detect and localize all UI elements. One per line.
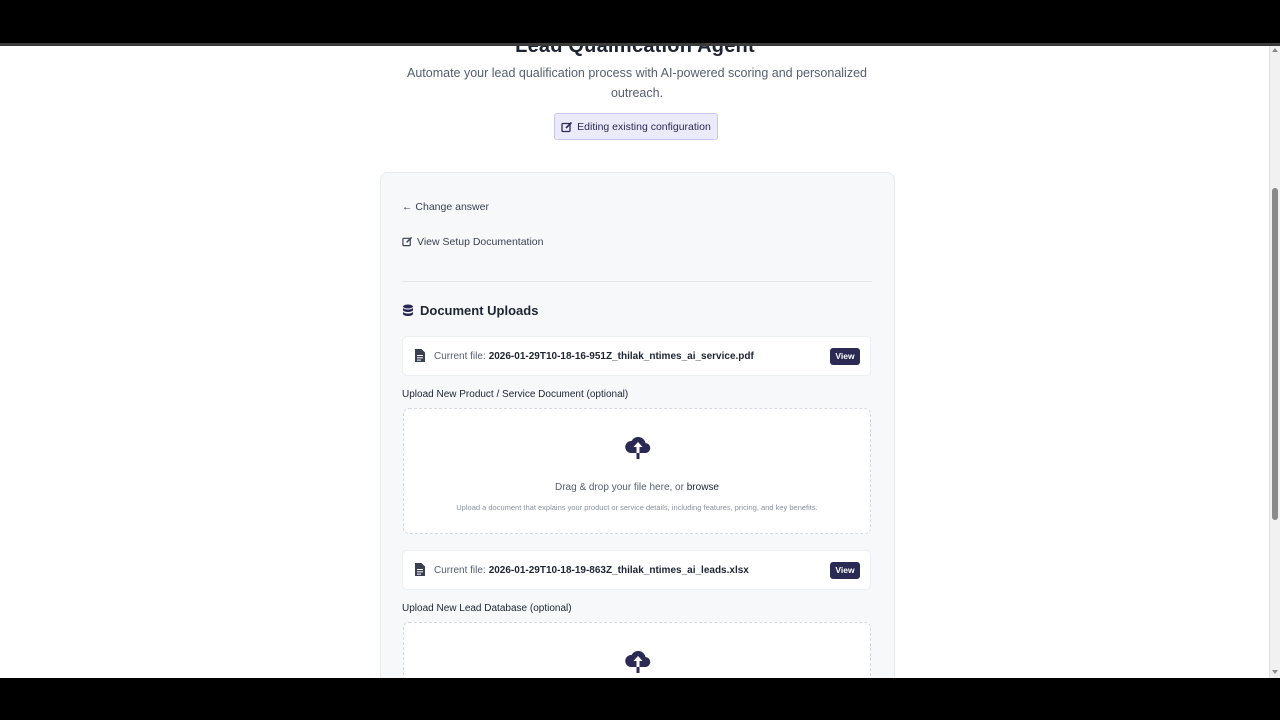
scroll-down-arrow-icon[interactable]	[1272, 670, 1278, 674]
dropzone-hint: Upload a document that explains your pro…	[456, 503, 818, 512]
upload-product-doc-label: Upload New Product / Service Document (o…	[402, 389, 629, 400]
upload-lead-db-label: Upload New Lead Database (optional)	[402, 603, 572, 614]
current-file-prefix: Current file:	[434, 564, 486, 576]
view-file-button[interactable]: View	[830, 561, 860, 579]
page-title: Lead Qualification Agent	[515, 46, 755, 57]
scroll-up-arrow-icon[interactable]	[1272, 48, 1278, 52]
dropzone-instruction: Drag & drop your file here, or	[555, 482, 684, 493]
dropzone-text: Drag & drop your file here, or browse	[404, 482, 870, 493]
card-divider	[402, 281, 872, 282]
file-icon	[415, 563, 427, 577]
lead-db-dropzone[interactable]	[403, 622, 871, 678]
edit-icon	[561, 121, 573, 133]
change-answer-label: ← Change answer	[402, 201, 489, 213]
external-link-icon	[402, 236, 414, 248]
editing-badge-label: Editing existing configuration	[577, 120, 711, 133]
current-file-name: 2026-01-29T10-18-16-951Z_thilak_ntimes_a…	[488, 350, 754, 362]
current-file-row: Current file: 2026-01-29T10-18-19-863Z_t…	[402, 550, 871, 590]
setup-docs-label: View Setup Documentation	[417, 236, 544, 248]
current-file-row: Current file: 2026-01-29T10-18-16-951Z_t…	[402, 336, 871, 376]
cloud-upload-icon	[624, 647, 652, 675]
setup-docs-link[interactable]: View Setup Documentation	[402, 236, 543, 248]
browse-link[interactable]: browse	[687, 482, 719, 493]
window-bottom-bar	[0, 678, 1280, 720]
current-file-name: 2026-01-29T10-18-19-863Z_thilak_ntimes_a…	[488, 564, 749, 576]
page-subtitle: Automate your lead qualification process…	[407, 66, 867, 100]
window-top-bar	[0, 0, 1280, 44]
database-icon	[402, 304, 414, 317]
file-icon	[415, 349, 427, 363]
view-file-button[interactable]: View	[830, 347, 860, 365]
cloud-upload-icon	[624, 433, 652, 461]
current-file-prefix: Current file:	[434, 350, 486, 362]
config-card: ← Change answer View Setup Documentation	[380, 172, 895, 678]
scroll-thumb[interactable]	[1272, 188, 1278, 520]
document-uploads-header: Document Uploads	[402, 303, 538, 318]
page-scrollbar[interactable]	[1269, 46, 1280, 678]
editing-config-badge: Editing existing configuration	[554, 113, 718, 140]
product-doc-dropzone[interactable]: Drag & drop your file here, or browse Up…	[403, 408, 871, 534]
page-viewport: Lead Qualification Agent Automate your l…	[0, 46, 1280, 678]
change-answer-link[interactable]: ← Change answer	[402, 201, 489, 213]
document-uploads-title: Document Uploads	[420, 303, 539, 318]
